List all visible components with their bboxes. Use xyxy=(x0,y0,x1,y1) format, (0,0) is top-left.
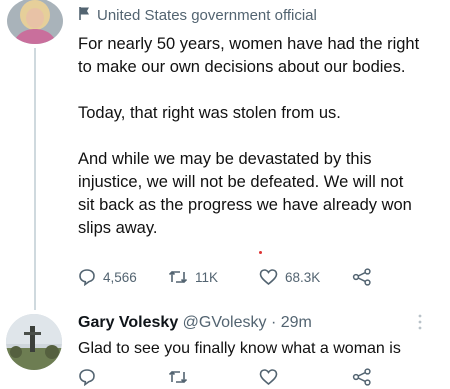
tweet-paragraph-1: For nearly 50 years, women have had the … xyxy=(78,35,420,76)
author-avatar[interactable] xyxy=(7,0,63,44)
reply-action[interactable]: 4,566 xyxy=(78,268,137,286)
thread-line xyxy=(34,48,36,310)
reply-author-name[interactable]: Gary Volesky xyxy=(78,314,178,331)
reply-text: Glad to see you finally know what a woma… xyxy=(78,340,401,357)
reply-avatar-image xyxy=(6,314,62,370)
heart-icon xyxy=(259,268,278,286)
reply-separator: · xyxy=(270,314,277,331)
author-avatar-image xyxy=(7,0,63,44)
reply-reply-action[interactable] xyxy=(78,368,96,386)
flag-icon xyxy=(78,6,91,26)
tweet-paragraph-3: And while we may be devastated by this i… xyxy=(78,150,412,237)
reply-retweet-action[interactable] xyxy=(168,368,188,386)
reply-count: 4,566 xyxy=(103,269,137,285)
retweet-icon xyxy=(168,368,188,386)
reply-icon xyxy=(78,268,96,286)
official-label: United States government official xyxy=(97,7,317,24)
reply-share-action[interactable] xyxy=(352,368,372,386)
heart-icon xyxy=(259,368,278,386)
like-action[interactable]: 68.3K xyxy=(259,268,320,286)
tweet-header: United States government official xyxy=(78,6,317,26)
share-icon xyxy=(352,268,372,286)
reply-author-handle[interactable]: @GVolesky xyxy=(183,314,267,331)
retweet-action[interactable]: 11K xyxy=(168,268,218,286)
red-dot xyxy=(259,251,262,254)
reply-avatar[interactable] xyxy=(6,314,62,370)
tweet-paragraph-2: Today, that right was stolen from us. xyxy=(78,104,341,122)
share-icon xyxy=(352,368,372,386)
reply-header: Gary Volesky @GVolesky · 29m xyxy=(78,313,312,333)
retweet-count: 11K xyxy=(195,269,219,285)
tweet-text: For nearly 50 years, women have had the … xyxy=(78,33,423,240)
retweet-icon xyxy=(168,268,188,286)
reply-like-action[interactable] xyxy=(259,368,278,386)
more-icon[interactable] xyxy=(418,314,422,333)
reply-time[interactable]: 29m xyxy=(281,314,312,331)
share-action[interactable] xyxy=(352,268,372,286)
like-count: 68.3K xyxy=(285,269,321,285)
reply-icon xyxy=(78,368,96,386)
